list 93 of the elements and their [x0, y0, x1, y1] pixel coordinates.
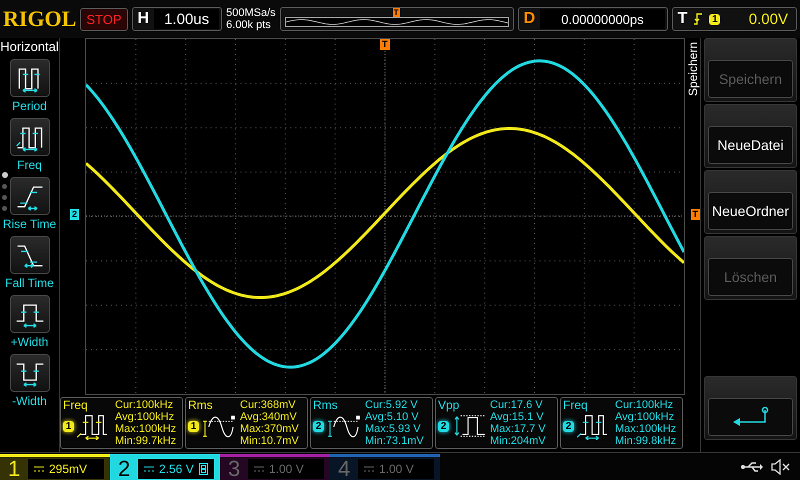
- measurement-reading: Avg:340mV: [240, 411, 298, 423]
- measurement-reading: Min:204mV: [490, 435, 546, 447]
- measurement-reading: Min:10.7mV: [240, 435, 299, 447]
- menu-title: Horizontal: [0, 39, 59, 54]
- run-stop-status[interactable]: STOP: [80, 8, 128, 30]
- measure-button[interactable]: [10, 354, 50, 392]
- channel-offset-marker: 2: [70, 209, 80, 220]
- measurement-name: Freq: [563, 399, 589, 412]
- trigger-label: T: [676, 10, 688, 28]
- trigger-level-marker: T: [690, 209, 700, 220]
- channel-badge: 1: [188, 420, 199, 432]
- measure-label: +Width: [10, 335, 48, 349]
- measure-button[interactable]: [10, 118, 50, 156]
- measurement-name: Rms: [188, 399, 214, 412]
- channel-badge: 2: [313, 420, 324, 432]
- measurement-reading: Cur:368mV: [240, 399, 297, 411]
- measure-label: Rise Time: [2, 217, 56, 231]
- measurement-reading: Max:17.7 V: [490, 423, 546, 435]
- dc-coupling-icon: [254, 466, 264, 472]
- delay-value: 0.00000000ps: [540, 9, 665, 29]
- channel-badge: 2: [438, 420, 449, 432]
- vertical-scale: 1.00 V: [379, 462, 414, 476]
- measurement-reading: Min:99.8kHz: [615, 435, 676, 447]
- speaker-muted-icon[interactable]: [770, 459, 792, 475]
- trigger-source-badge: 1: [709, 14, 720, 24]
- trigger-level: 0.00V: [748, 10, 788, 28]
- measurement-panel[interactable]: Freq 2 Cur:100kHz Avg:100kHz Max:100kHz Min:99.8kHz: [560, 397, 683, 449]
- measure-button[interactable]: [10, 177, 50, 215]
- dc-coupling-icon: [144, 466, 154, 472]
- channel-tab[interactable]: 1 295mV: [0, 454, 110, 480]
- dc-coupling-icon: [364, 466, 374, 472]
- sample-rate: 500MSa/s: [226, 7, 276, 19]
- page-dot[interactable]: [2, 172, 8, 178]
- measurement-reading: Cur:100kHz: [115, 399, 174, 411]
- channel-badge: 1: [63, 420, 74, 432]
- menu-button[interactable]: NeueDatei: [708, 126, 793, 164]
- channel-badge: 2: [563, 420, 574, 432]
- measure-button[interactable]: [10, 236, 50, 274]
- measurement-name: Vpp: [438, 399, 460, 412]
- measurement-panel[interactable]: Rms 2 Cur:5.92 V Avg:5.10 V Max:5.93 V Min:73.1mV: [310, 397, 433, 449]
- back-button[interactable]: [708, 398, 793, 436]
- measurement-reading: Min:99.7kHz: [115, 435, 176, 447]
- measurement-name: Rms: [313, 399, 339, 412]
- measurement-reading: Avg:15.1 V: [490, 411, 545, 423]
- measurement-panel[interactable]: Rms 1 Cur:368mV Avg:340mV Max:370mV Min:10.7mV: [185, 397, 308, 449]
- channel-number: 2: [118, 456, 132, 480]
- channel-tab[interactable]: 2 2.56 V: [110, 454, 220, 480]
- menu-button[interactable]: NeueOrdner: [708, 192, 793, 230]
- measure-label: Freq: [17, 158, 42, 172]
- page-dot[interactable]: [2, 206, 7, 211]
- measure-label: -Width: [12, 394, 47, 408]
- measurement-reading: Cur:100kHz: [615, 399, 674, 411]
- measurement-panel[interactable]: Vpp 2 Cur:17.6 V Avg:15.1 V Max:17.7 V Min:204mV: [435, 397, 558, 449]
- trigger-position-marker: T: [380, 39, 390, 50]
- measurement-reading: Avg:5.10 V: [365, 411, 420, 423]
- page-dot[interactable]: [2, 195, 7, 200]
- measurement-reading: Min:73.1mV: [365, 435, 424, 447]
- measure-label: Fall Time: [5, 276, 54, 290]
- timebase-label: H: [136, 10, 150, 28]
- measurement-reading: Max:100kHz: [615, 423, 676, 435]
- rising-edge-icon: [693, 12, 704, 26]
- measurement-reading: Cur:17.6 V: [490, 399, 544, 411]
- timebase-panel[interactable]: H 1.00us: [132, 7, 222, 31]
- trigger-position-marker: T: [392, 8, 400, 17]
- vertical-scale: 2.56 V: [159, 462, 194, 476]
- measure-button[interactable]: [10, 59, 50, 97]
- dc-coupling-icon: [34, 466, 44, 472]
- measurement-name: Freq: [63, 399, 89, 412]
- measurement-reading: Avg:100kHz: [115, 411, 176, 423]
- trigger-panel[interactable]: T 1 0.00V: [672, 7, 797, 31]
- timebase-value: 1.00us: [154, 9, 220, 29]
- menu-title: Speichern: [686, 42, 700, 96]
- measurement-reading: Avg:100kHz: [615, 411, 676, 423]
- vertical-scale: 295mV: [49, 462, 88, 476]
- channel-tab[interactable]: 4 1.00 V: [330, 454, 440, 480]
- vertical-scale: 1.00 V: [269, 462, 304, 476]
- page-dot[interactable]: [2, 184, 7, 189]
- measurement-reading: Max:370mV: [240, 423, 299, 435]
- measurement-panel[interactable]: Freq 1 Cur:100kHz Avg:100kHz Max:100kHz Min:99.7kHz: [60, 397, 183, 449]
- measurement-reading: Max:5.93 V: [365, 423, 422, 435]
- channel-number: 1: [8, 456, 22, 480]
- measurement-reading: Cur:5.92 V: [365, 399, 419, 411]
- channel-number: 3: [228, 456, 242, 480]
- channel-number: 4: [338, 456, 352, 480]
- delay-panel[interactable]: D 0.00000000ps: [518, 7, 668, 31]
- channel-tab[interactable]: 3 1.00 V: [220, 454, 330, 480]
- measurement-reading: Max:100kHz: [115, 423, 176, 435]
- brand-logo: RIGOL: [3, 6, 76, 32]
- memory-depth: 6.00k pts: [226, 19, 272, 31]
- return-arrow-icon: [730, 406, 770, 428]
- measure-label: Period: [12, 99, 47, 113]
- measure-button[interactable]: [10, 295, 50, 333]
- delay-label: D: [522, 10, 536, 28]
